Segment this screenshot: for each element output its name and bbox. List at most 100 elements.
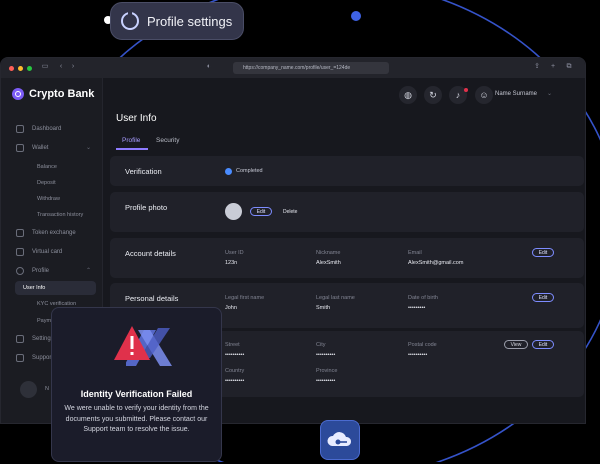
check-icon	[225, 168, 232, 175]
photo-delete-button[interactable]: Delete	[283, 209, 297, 215]
sidebar-subitem-deposit[interactable]: Deposit	[37, 180, 56, 186]
profile-icon	[16, 267, 24, 275]
street-label: Street	[225, 342, 240, 348]
city-label: City	[316, 342, 326, 348]
account-details-card: Account details User ID 123n Nickname Al…	[110, 238, 584, 278]
profile-photo-label: Profile photo	[125, 203, 168, 212]
personal-details-label: Personal details	[125, 294, 179, 303]
last-name-label: Legal last name	[316, 295, 355, 301]
email-value: AlexSmith@gmail.com	[408, 260, 464, 266]
cloud-key-icon	[327, 432, 352, 446]
back-icon[interactable]: ‹	[57, 63, 65, 71]
nickname-value: AlexSmith	[316, 260, 341, 266]
country-label: Country	[225, 368, 245, 374]
close-window-button[interactable]	[9, 65, 14, 71]
warning-icon	[114, 326, 150, 360]
sidebar-item-token-exchange[interactable]: Token exchange	[16, 229, 76, 237]
verification-label: Verification	[125, 167, 162, 176]
sidebar-item-label: Wallet	[32, 145, 49, 151]
gear-icon	[16, 335, 24, 343]
sidebar-item-settings[interactable]: Settings	[16, 335, 54, 343]
chevron-up-icon[interactable]: ⌃	[86, 267, 91, 274]
tab-profile[interactable]: Profile	[122, 137, 140, 144]
dialog-body: We were unable to verify your identity f…	[64, 405, 209, 433]
sidebar-item-label: Virtual card	[32, 249, 63, 255]
sidebar-subitem-balance[interactable]: Balance	[37, 164, 57, 170]
chevron-down-icon[interactable]: ⌄	[547, 90, 552, 97]
profile-photo-card: Profile photo Edit Delete	[110, 192, 584, 232]
photo-edit-button[interactable]: Edit	[250, 207, 272, 216]
shield-icon: ◐	[206, 63, 212, 70]
sidebar-subitem-withdraw[interactable]: Withdraw	[37, 196, 60, 202]
first-name-label: Legal first name	[225, 295, 265, 301]
maximize-window-button[interactable]	[27, 65, 32, 71]
active-tab-indicator	[116, 148, 148, 150]
address-view-button[interactable]: View	[504, 340, 528, 349]
sidebar-item-virtual-card[interactable]: Virtual card	[16, 248, 62, 256]
sidebar-subitem-transaction-history[interactable]: Transaction history	[37, 212, 83, 218]
dialog-title: Identity Verification Failed	[80, 389, 193, 399]
sidebar-item-profile[interactable]: Profile	[16, 267, 49, 275]
sidebar-item-label: Token exchange	[32, 230, 76, 236]
dob-value: •••••••••	[408, 305, 426, 311]
theme-toggle-icon[interactable]	[20, 381, 37, 398]
chevron-down-icon[interactable]: ⌄	[86, 144, 91, 151]
sidebar-toggle-icon[interactable]: ▭	[41, 63, 49, 71]
province-value: ••••••••••	[316, 378, 336, 384]
profile-settings-callout: Profile settings	[110, 2, 244, 40]
sidebar-item-support[interactable]: Support	[16, 354, 53, 362]
sidebar-item-dashboard[interactable]: Dashboard	[16, 125, 61, 133]
new-tab-icon[interactable]: +	[549, 63, 557, 71]
account-details-label: Account details	[125, 249, 176, 258]
refresh-icon[interactable]: ↻	[424, 86, 442, 104]
verification-failed-dialog: Identity Verification Failed We were una…	[51, 307, 222, 462]
brand-logo-icon	[12, 88, 24, 100]
dashboard-icon	[16, 125, 24, 133]
minimize-window-button[interactable]	[18, 65, 23, 71]
brand: Crypto Bank	[12, 88, 94, 100]
brand-name: Crypto Bank	[29, 88, 95, 100]
wallet-icon	[16, 144, 24, 152]
nickname-label: Nickname	[316, 250, 341, 256]
country-value: ••••••••••	[225, 378, 245, 384]
support-icon	[16, 354, 24, 362]
user-name[interactable]: Name Surname	[495, 91, 537, 97]
first-name-value: John	[225, 305, 237, 311]
email-label: Email	[408, 250, 422, 256]
globe-icon[interactable]: ◍	[399, 86, 417, 104]
last-name-value: Smith	[316, 305, 331, 311]
street-value: ••••••••••	[225, 352, 245, 358]
tabs-overview-icon[interactable]: ⧉	[565, 63, 573, 71]
sidebar-item-label: Dashboard	[32, 126, 62, 132]
profile-photo	[225, 203, 242, 220]
postal-code-value: ••••••••••	[408, 352, 428, 358]
sidebar-item-wallet[interactable]: Wallet	[16, 144, 48, 152]
cloud-key-badge	[320, 420, 360, 460]
browser-toolbar: ▭ ‹ › ◐ https://company_name.com/profile…	[1, 58, 585, 78]
personal-edit-button[interactable]: Edit	[532, 293, 554, 302]
sidebar-item-label: Profile	[32, 268, 50, 274]
sidebar-subitem-user-info[interactable]: User Info	[23, 285, 45, 291]
city-value: ••••••••••	[316, 352, 336, 358]
verification-status: Completed	[236, 168, 263, 174]
notification-badge	[464, 88, 468, 92]
sidebar-footer-label: N	[45, 386, 49, 392]
tab-security[interactable]: Security	[156, 137, 179, 144]
sidebar-item-label: Support	[32, 355, 54, 361]
verification-card: Verification Completed	[110, 156, 584, 186]
share-icon[interactable]: ⇪	[533, 63, 541, 71]
exchange-icon	[16, 229, 24, 237]
card-icon	[16, 248, 24, 256]
callout-label: Profile settings	[147, 13, 233, 29]
address-edit-button[interactable]: Edit	[532, 340, 554, 349]
forward-icon[interactable]: ›	[69, 63, 77, 71]
power-icon	[121, 10, 139, 30]
province-label: Province	[316, 368, 338, 374]
dob-label: Date of birth	[408, 295, 438, 301]
account-edit-button[interactable]: Edit	[532, 248, 554, 257]
postal-code-label: Postal code	[408, 342, 437, 348]
user-id-label: User ID	[225, 250, 244, 256]
avatar[interactable]: ☺	[475, 86, 493, 104]
address-bar[interactable]: https://company_name.com/profile/user_=1…	[233, 62, 389, 74]
user-id-value: 123n	[225, 260, 238, 266]
